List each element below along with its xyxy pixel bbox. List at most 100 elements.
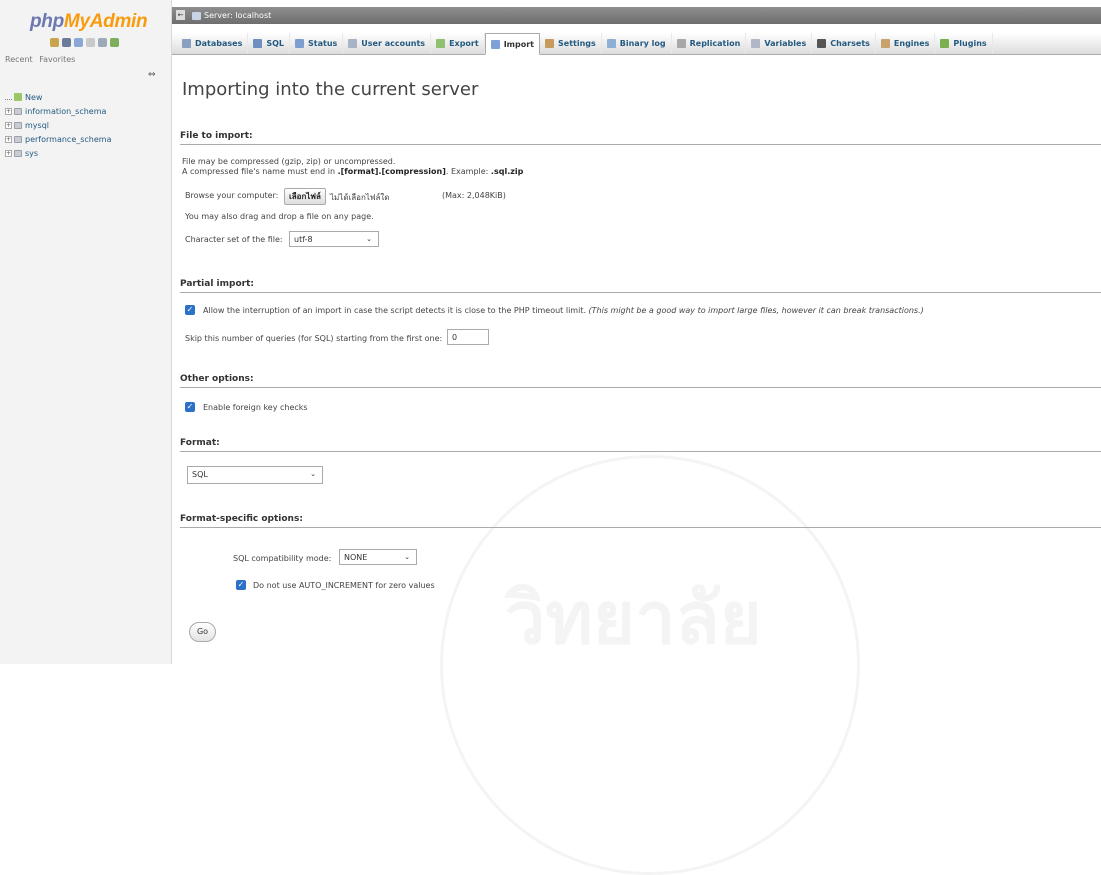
choose-file-button[interactable]: เลือกไฟล์ [284, 188, 326, 205]
charset-label: Character set of the file: [185, 235, 283, 244]
engines-icon [880, 39, 890, 48]
format-specific-heading: Format-specific options: [180, 514, 1101, 528]
settings-icon [545, 39, 554, 48]
tab-label: Databases [195, 39, 243, 48]
other-options-heading: Other options: [180, 374, 1101, 388]
logo-php-text: php [30, 11, 64, 32]
home-icon[interactable] [50, 38, 59, 47]
database-icon [182, 39, 191, 48]
phpmyadmin-logo[interactable]: phpMyAdmin [30, 11, 148, 33]
tab-label: Import [503, 39, 534, 49]
tree-item-label: New [25, 92, 43, 102]
compression-note: File may be compressed (gzip, zip) or un… [182, 157, 396, 166]
tab-label: Engines [893, 39, 930, 48]
watermark-text: วิทยาลัย [505, 575, 762, 660]
sql-compat-value: NONE [344, 553, 368, 562]
note-text: A compressed file's name must end in [182, 167, 338, 176]
tab-label: Variables [764, 39, 807, 48]
go-button[interactable]: Go [189, 622, 216, 642]
tree-item-label: performance_schema [25, 134, 112, 144]
drag-drop-note: You may also drag and drop a file on any… [185, 212, 374, 221]
top-menu-tabs: Databases SQL Status User accounts Expor… [172, 33, 1101, 55]
chevron-down-icon: ⌄ [310, 470, 316, 478]
expand-icon[interactable]: + [5, 135, 12, 143]
binary-log-icon [606, 39, 616, 48]
plugins-icon [940, 39, 950, 48]
tree-item-mysql[interactable]: + mysql [5, 119, 112, 131]
new-database-icon [14, 93, 22, 101]
recent-tab[interactable]: Recent [5, 55, 33, 64]
breadcrumb[interactable]: Server: localhost [192, 11, 271, 20]
tree-item-label: information_schema [25, 106, 107, 116]
sql-icon [253, 39, 263, 48]
tab-label: Plugins [953, 39, 987, 48]
format-example: .[format].[compression] [337, 167, 446, 176]
settings-icon[interactable] [98, 38, 107, 47]
no-auto-increment-checkbox[interactable]: ✓ [236, 580, 246, 590]
no-file-chosen-text: ไม่ได้เลือกไฟล์ใด [330, 193, 390, 202]
tab-label: Replication [689, 39, 741, 48]
allow-interrupt-note: (This might be a good way to import larg… [588, 306, 924, 315]
logout-icon[interactable] [62, 38, 71, 47]
tab-engines[interactable]: Engines [876, 33, 936, 54]
tab-label: Settings [558, 39, 596, 48]
sql-compat-select[interactable]: NONE ⌄ [339, 549, 417, 565]
logo-myadmin-text: MyAdmin [63, 11, 148, 32]
max-size-text: (Max: 2,048KiB) [442, 191, 506, 200]
allow-interrupt-checkbox[interactable]: ✓ [185, 305, 195, 315]
tab-settings[interactable]: Settings [540, 33, 602, 54]
expand-icon[interactable]: + [5, 149, 12, 157]
tab-plugins[interactable]: Plugins [935, 33, 993, 54]
tab-replication[interactable]: Replication [672, 33, 747, 54]
tree-item-new[interactable]: New [5, 91, 112, 103]
tab-label: Charsets [830, 39, 870, 48]
charset-value: utf-8 [294, 235, 313, 244]
skip-queries-input[interactable]: 0 [447, 329, 489, 345]
allow-interrupt-label: Allow the interruption of an import in c… [203, 306, 924, 315]
browse-label: Browse your computer: [185, 191, 279, 200]
tab-databases[interactable]: Databases [177, 33, 249, 54]
allow-interrupt-text: Allow the interruption of an import in c… [203, 306, 586, 315]
page-title: Importing into the current server [182, 79, 479, 100]
sql-compat-label: SQL compatibility mode: [233, 554, 332, 563]
import-icon [490, 39, 500, 49]
tab-charsets[interactable]: Charsets [812, 33, 876, 54]
link-with-main-panel-icon[interactable]: ⇔ [148, 70, 156, 80]
chevron-down-icon: ⌄ [404, 553, 410, 561]
charset-select[interactable]: utf-8 ⌄ [289, 231, 379, 247]
tree-item-performance-schema[interactable]: + performance_schema [5, 133, 112, 145]
foreign-key-label: Enable foreign key checks [203, 403, 308, 412]
tab-binary-log[interactable]: Binary log [602, 33, 672, 54]
tab-import[interactable]: Import [484, 33, 540, 55]
partial-import-heading: Partial import: [180, 279, 1101, 293]
tree-item-sys[interactable]: + sys [5, 147, 112, 159]
format-select[interactable]: SQL ⌄ [187, 466, 323, 484]
collapse-navigation-icon[interactable]: ← [176, 10, 185, 20]
tab-user-accounts[interactable]: User accounts [343, 33, 432, 54]
replication-icon [676, 39, 686, 48]
tree-item-information-schema[interactable]: + information_schema [5, 105, 112, 117]
tab-status[interactable]: Status [290, 33, 344, 54]
tab-sql[interactable]: SQL [248, 33, 291, 54]
reload-icon[interactable] [110, 38, 119, 47]
tree-item-label: mysql [25, 120, 49, 130]
example-file: .sql.zip [490, 167, 524, 176]
format-heading: Format: [180, 438, 1101, 452]
tab-label: Binary log [619, 39, 666, 48]
database-tree: New + information_schema + mysql + perfo… [5, 91, 112, 161]
chevron-down-icon: ⌄ [366, 235, 372, 243]
foreign-key-checkbox[interactable]: ✓ [185, 402, 195, 412]
tree-item-label: sys [25, 148, 39, 158]
expand-icon[interactable]: + [5, 121, 12, 129]
tab-export[interactable]: Export [431, 33, 485, 54]
example-label: . Example: [445, 167, 491, 176]
tab-label: SQL [266, 39, 285, 48]
documentation-icon[interactable] [86, 38, 95, 47]
variables-icon [751, 39, 761, 48]
help-icon[interactable] [74, 38, 83, 47]
favorites-tab[interactable]: Favorites [39, 55, 75, 64]
tab-variables[interactable]: Variables [746, 33, 813, 54]
compressed-name-note: A compressed file's name must end in .[f… [182, 167, 523, 176]
database-icon [14, 107, 22, 115]
expand-icon[interactable]: + [5, 107, 12, 115]
